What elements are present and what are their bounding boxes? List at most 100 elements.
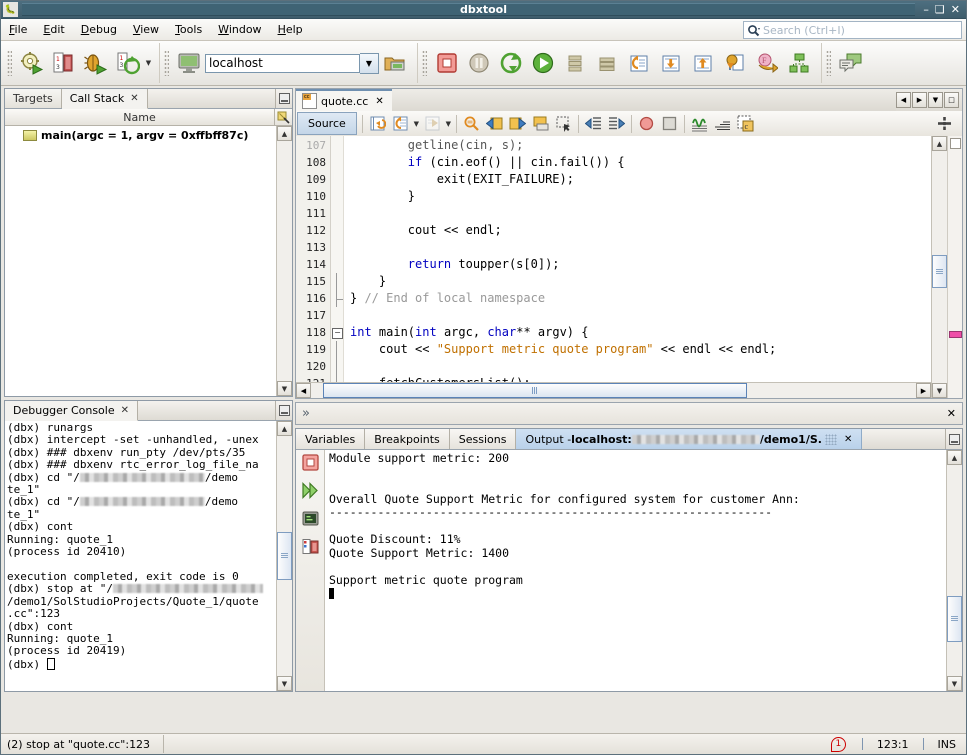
toggle-bookmark-icon[interactable] <box>529 112 552 135</box>
step-over-icon[interactable] <box>624 48 654 78</box>
close-button[interactable]: ✕ <box>951 4 960 15</box>
menu-item-debug[interactable]: Debug <box>73 21 125 38</box>
toggle-highlight-icon[interactable] <box>688 112 711 135</box>
last-edit-position-icon[interactable] <box>366 112 389 135</box>
reload-debug-icon[interactable]: 13 <box>113 48 143 78</box>
output-scrollbar[interactable]: ▲ ▼ <box>946 450 962 691</box>
debug-output-icon[interactable] <box>302 538 319 558</box>
scroll-track[interactable] <box>277 141 292 381</box>
close-icon[interactable]: ✕ <box>844 434 852 445</box>
search-input[interactable]: Search (Ctrl+I) <box>743 21 962 39</box>
editor-tab-quote-cc[interactable]: quote.cc ✕ <box>296 89 392 111</box>
rerun-icon[interactable] <box>302 482 319 502</box>
stop-process-icon[interactable] <box>302 454 319 474</box>
minimize-button[interactable]: – <box>923 4 929 15</box>
debug-file-icon[interactable] <box>81 48 111 78</box>
scroll-thumb-h[interactable] <box>323 383 747 398</box>
toolbar-grip[interactable] <box>7 50 12 76</box>
maximize-editor-button[interactable]: □ <box>944 92 959 108</box>
collapsed-panel-strip[interactable]: » ✕ <box>295 402 963 425</box>
close-icon[interactable]: ✕ <box>121 405 129 416</box>
editor-code-area[interactable]: 107 108 109 110 111 112 113 114 115 116 … <box>296 136 931 382</box>
call-stack-scrollbar[interactable]: ▲ ▼ <box>276 126 292 396</box>
menu-item-help[interactable]: Help <box>270 21 311 38</box>
tab-list-button[interactable]: ▼ <box>928 92 943 108</box>
run-to-cursor-icon[interactable] <box>720 48 750 78</box>
scroll-up-arrow[interactable]: ▲ <box>947 450 962 465</box>
chevron-right-icon[interactable]: » <box>302 406 310 421</box>
close-icon[interactable]: ✕ <box>947 407 956 420</box>
host-combobox-arrow[interactable]: ▼ <box>360 53 379 74</box>
scroll-thumb-v[interactable] <box>932 255 947 287</box>
menu-item-tools[interactable]: Tools <box>167 21 210 38</box>
scroll-thumb[interactable] <box>277 532 292 580</box>
next-tab-button[interactable]: ▶ <box>912 92 927 108</box>
output-text-area[interactable]: Module support metric: 200 Overall Quote… <box>325 450 946 691</box>
notification-badge-icon[interactable]: 1 <box>825 735 854 753</box>
line-number-gutter[interactable]: 107 108 109 110 111 112 113 114 115 116 … <box>296 136 331 382</box>
terminal-icon[interactable] <box>302 510 319 530</box>
scroll-down-arrow[interactable]: ▼ <box>277 381 292 396</box>
debug-project-icon[interactable]: 13 <box>49 48 79 78</box>
stop-debug-icon[interactable] <box>658 112 681 135</box>
fold-toggle[interactable]: − <box>331 324 343 341</box>
scroll-up-arrow[interactable]: ▲ <box>932 136 947 151</box>
chevron-down-icon[interactable]: ▼ <box>412 109 421 139</box>
source-button[interactable]: Source <box>297 112 357 135</box>
menu-item-window[interactable]: Window <box>210 21 269 38</box>
scroll-track-h[interactable] <box>311 383 916 398</box>
back-navigation-icon[interactable] <box>389 112 412 135</box>
continue-icon[interactable] <box>528 48 558 78</box>
debugger-console-scrollbar[interactable]: ▲ ▼ <box>276 421 292 691</box>
take-snapshot-icon[interactable] <box>784 48 814 78</box>
close-icon[interactable]: ✕ <box>375 96 383 107</box>
inspect-icon[interactable]: c <box>734 112 757 135</box>
toolbar-grip-host[interactable] <box>164 50 169 76</box>
error-annotation-strip[interactable] <box>947 136 962 398</box>
editor-horizontal-scrollbar[interactable]: ◀ ▶ <box>296 382 931 398</box>
code-folding-column[interactable]: − <box>331 136 344 382</box>
minimize-icon[interactable] <box>276 401 292 420</box>
chevron-down-icon[interactable]: ▼ <box>144 48 153 78</box>
close-icon[interactable]: ✕ <box>130 93 138 104</box>
menu-item-edit[interactable]: Edit <box>35 21 72 38</box>
expand-all-icon[interactable] <box>933 112 956 135</box>
attach-debugger-icon[interactable] <box>17 48 47 78</box>
scroll-track-v[interactable] <box>932 151 947 383</box>
chevron-down-icon-2[interactable]: ▼ <box>444 109 453 139</box>
maximize-button[interactable]: ❑ <box>935 4 945 15</box>
tab-targets[interactable]: Targets <box>5 89 62 108</box>
error-mark[interactable] <box>949 331 962 338</box>
stop-icon[interactable] <box>432 48 462 78</box>
toggle-breakpoint-icon[interactable] <box>635 112 658 135</box>
toggle-rectangular-selection-icon[interactable] <box>552 112 575 135</box>
previous-bookmark-icon[interactable] <box>483 112 506 135</box>
manage-hosts-icon[interactable] <box>380 48 410 78</box>
toolbar-grip-collab[interactable] <box>826 50 831 76</box>
shift-line-left-icon[interactable] <box>582 112 605 135</box>
scroll-track[interactable] <box>947 465 962 676</box>
call-stack-frame-row[interactable]: main(argc = 1, argv = 0xffbff87c) <box>5 128 276 143</box>
step-out-icon[interactable] <box>688 48 718 78</box>
scroll-right-arrow[interactable]: ▶ <box>916 383 931 398</box>
scroll-up-arrow[interactable]: ▲ <box>277 421 292 436</box>
step-into-icon[interactable] <box>656 48 686 78</box>
debugger-console-body[interactable]: (dbx) runargs (dbx) intercept -set -unha… <box>5 421 292 691</box>
prev-tab-button[interactable]: ◀ <box>896 92 911 108</box>
toggle-line-wrap-icon[interactable] <box>711 112 734 135</box>
next-bookmark-icon[interactable] <box>506 112 529 135</box>
tab-sessions[interactable]: Sessions <box>450 429 517 449</box>
find-selection-icon[interactable] <box>460 112 483 135</box>
code-text[interactable]: getline(cin, s); if (cin.eof() || cin.fa… <box>344 136 931 382</box>
tab-debugger-console[interactable]: Debugger Console ✕ <box>5 401 138 421</box>
minimize-icon[interactable] <box>946 429 962 449</box>
restart-icon[interactable] <box>496 48 526 78</box>
scroll-left-arrow[interactable]: ◀ <box>296 383 311 398</box>
scroll-up-arrow[interactable]: ▲ <box>277 126 292 141</box>
tab-breakpoints[interactable]: Breakpoints <box>365 429 450 449</box>
tab-call-stack[interactable]: Call Stack ✕ <box>62 89 148 109</box>
scroll-down-arrow[interactable]: ▼ <box>932 383 947 398</box>
scroll-thumb[interactable] <box>947 596 962 642</box>
scroll-down-arrow[interactable]: ▼ <box>947 676 962 691</box>
toolbar-grip-exec[interactable] <box>422 50 427 76</box>
